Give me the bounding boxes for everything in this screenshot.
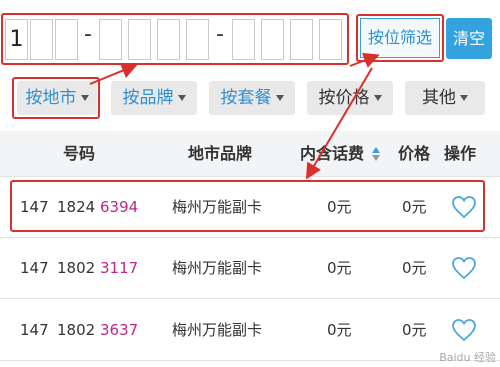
heart-icon[interactable] bbox=[451, 256, 477, 280]
row-highlight bbox=[10, 180, 485, 232]
column-header-number: 号码 bbox=[63, 144, 96, 163]
digit-input-highlight bbox=[1, 13, 349, 65]
column-header-brand: 地市品牌 bbox=[188, 144, 253, 163]
dropdown-by-plan[interactable]: 按套餐 bbox=[209, 81, 295, 115]
number-tail: 3117 bbox=[100, 259, 139, 277]
dropdown-by-brand[interactable]: 按品牌 bbox=[111, 81, 197, 115]
dropdown-by-price-label: 按价格 bbox=[318, 88, 370, 108]
number-middle: 1802 bbox=[57, 259, 96, 277]
chevron-down-icon bbox=[373, 95, 382, 101]
chevron-down-icon bbox=[460, 95, 468, 101]
column-header-price[interactable]: 价格 bbox=[398, 131, 430, 177]
dropdown-other-label: 其他 bbox=[422, 88, 456, 108]
column-header-action: 操作 bbox=[444, 144, 477, 163]
table-header: 号码 地市品牌 内含话费 价格 操作 bbox=[0, 131, 500, 177]
credit-cell: 0元 bbox=[327, 321, 352, 339]
number-middle: 1802 bbox=[57, 321, 96, 339]
heart-icon[interactable] bbox=[451, 318, 477, 342]
price-cell: 0元 bbox=[402, 321, 427, 339]
brand-cell: 梅州万能副卡 bbox=[172, 259, 263, 277]
price-cell: 0元 bbox=[402, 259, 427, 277]
digit-filter-bar: 1 - - 按位筛选 清空 bbox=[0, 0, 500, 72]
table-row[interactable]: 147 1802 3117 梅州万能副卡 0元 0元 bbox=[0, 238, 500, 299]
dropdown-by-price[interactable]: 按价格 bbox=[307, 81, 393, 115]
clear-button[interactable]: 清空 bbox=[446, 18, 492, 59]
number-prefix: 147 bbox=[20, 259, 49, 277]
chevron-down-icon bbox=[275, 95, 284, 101]
chevron-down-icon bbox=[177, 95, 186, 101]
watermark: Baidu 经验 bbox=[439, 351, 496, 364]
city-dropdown-highlight bbox=[12, 77, 100, 119]
dropdown-by-plan-label: 按套餐 bbox=[220, 88, 272, 108]
column-header-credit[interactable]: 内含话费 bbox=[300, 131, 364, 177]
dropdown-other[interactable]: 其他 bbox=[405, 81, 485, 115]
filter-button-highlight bbox=[356, 14, 444, 62]
dropdown-by-brand-label: 按品牌 bbox=[122, 88, 174, 108]
table-row[interactable]: 147 1802 3637 梅州万能副卡 0元 0元 bbox=[0, 300, 500, 361]
credit-cell: 0元 bbox=[327, 259, 352, 277]
brand-cell: 梅州万能副卡 bbox=[172, 321, 263, 339]
number-tail: 3637 bbox=[100, 321, 139, 339]
sort-icon[interactable] bbox=[372, 146, 380, 162]
number-prefix: 147 bbox=[20, 321, 49, 339]
